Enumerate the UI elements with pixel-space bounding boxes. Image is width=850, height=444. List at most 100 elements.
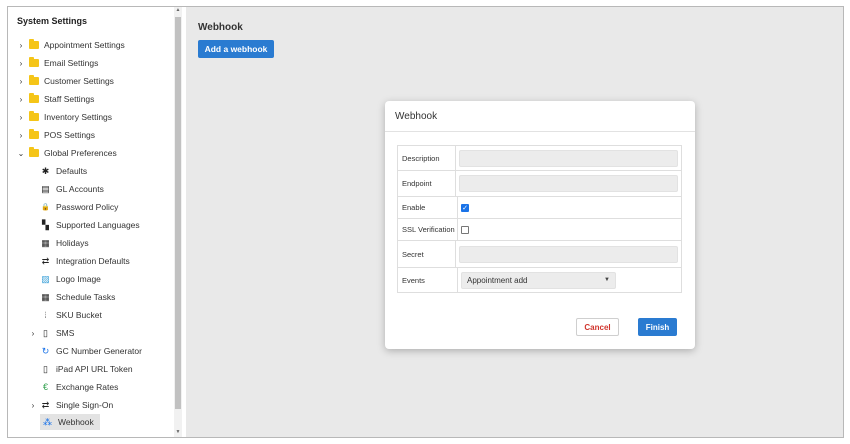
endpoint-input[interactable] [459,175,678,192]
tree-folder-global-preferences[interactable]: ⌄ Global Preferences [16,145,117,161]
secret-label: Secret [398,241,456,267]
folder-icon [29,39,39,49]
sms-icon: ▯ [43,327,48,338]
events-row: Events Appointment add ▼ [398,268,681,292]
sidebar-item-label: Defaults [56,166,88,176]
tree-folder-label: Staff Settings [44,94,95,104]
sidebar-item-sms[interactable]: › ▯ SMS [28,325,75,341]
sidebar-item-label: Holidays [56,238,89,248]
secret-row: Secret [398,241,681,268]
tree-folder-appointment-settings[interactable]: › Appointment Settings [16,37,125,53]
scroll-up-arrow-icon[interactable]: ▲ [174,7,182,15]
tree-folder-label: Email Settings [44,58,99,68]
webhook-form: Description Endpoint Enable ✓ SSL Verifi… [397,145,682,293]
sidebar-item-gl-accounts[interactable]: ▤ GL Accounts [40,181,104,197]
ssl-verification-label: SSL Verification [398,219,458,240]
events-selected-value: Appointment add [467,275,528,285]
sidebar-item-exchange-rates[interactable]: € Exchange Rates [40,379,118,395]
sidebar-scrollbar[interactable]: ▲ ▼ [174,7,182,437]
folder-icon [29,75,39,85]
secret-input[interactable] [459,245,678,263]
tree-folder-label: Inventory Settings [44,112,113,122]
scrollbar-thumb[interactable] [175,17,181,409]
sidebar-item-supported-languages[interactable]: ▚ Supported Languages [40,217,140,233]
folder-icon [29,111,39,121]
sync-icon: ⇄ [41,255,50,266]
sidebar-item-label: Supported Languages [56,220,140,230]
chevron-right-icon[interactable]: › [28,401,38,410]
events-label: Events [398,268,458,292]
sidebar-item-single-sign-on[interactable]: › ⇄ Single Sign-On [28,397,114,413]
tree-folder-label: Global Preferences [44,148,117,158]
sidebar-item-label: Exchange Rates [56,382,119,392]
sidebar-item-webhook[interactable]: ⁂ Webhook [40,414,100,430]
add-webhook-button[interactable]: Add a webhook [198,40,274,58]
ssl-verification-row: SSL Verification [398,219,681,241]
lock-icon: 🔒 [41,204,50,211]
sidebar-item-label: GL Accounts [56,184,104,194]
currency-icon: € [42,382,48,392]
sidebar-item-label: Integration Defaults [56,256,130,266]
modal-divider [385,131,695,132]
sidebar-item-label: Logo Image [56,274,101,284]
description-input[interactable] [459,149,678,167]
generator-icon: ↻ [41,345,50,356]
calendar-icon: ▦ [41,237,50,248]
enable-label: Enable [398,197,458,218]
sidebar-item-label: Schedule Tasks [56,292,116,302]
sidebar-item-password-policy[interactable]: 🔒 Password Policy [40,199,118,215]
sidebar-item-label: SMS [56,328,75,338]
tree-folder-staff-settings[interactable]: › Staff Settings [16,91,94,107]
sidebar-item-label: iPad API URL Token [56,364,133,374]
sidebar-item-label: GC Number Generator [56,346,142,356]
chevron-right-icon[interactable]: › [16,41,26,50]
image-icon: ▨ [41,273,50,284]
chevron-right-icon[interactable]: › [16,77,26,86]
sidebar-item-gc-number-generator[interactable]: ↻ GC Number Generator [40,343,142,359]
sidebar-item-defaults[interactable]: ✱ Defaults [40,163,87,179]
sidebar-item-logo-image[interactable]: ▨ Logo Image [40,271,101,287]
description-row: Description [398,146,681,171]
chevron-down-icon: ▼ [604,277,610,283]
tree-folder-pos-settings[interactable]: › POS Settings [16,127,95,143]
events-select[interactable]: Appointment add ▼ [461,271,616,289]
cancel-button[interactable]: Cancel [576,318,619,336]
app-window: System Settings › Appointment Settings ›… [7,6,844,438]
ssl-verification-checkbox[interactable] [461,225,469,234]
sidebar-item-label: SKU Bucket [56,310,102,320]
chevron-right-icon[interactable]: › [16,113,26,122]
chevron-right-icon[interactable]: › [16,95,26,104]
sidebar-item-holidays[interactable]: ▦ Holidays [40,235,89,251]
barcode-icon: ⦙ [44,309,47,320]
sidebar-item-integration-defaults[interactable]: ⇄ Integration Defaults [40,253,130,269]
finish-button[interactable]: Finish [638,318,677,336]
tree-folder-label: Appointment Settings [44,40,125,50]
chevron-right-icon[interactable]: › [16,59,26,68]
sidebar-item-label: Password Policy [56,202,119,212]
tree-folder-inventory-settings[interactable]: › Inventory Settings [16,109,112,125]
webhook-modal: Webhook Description Endpoint Enable ✓ SS… [385,101,695,349]
sidebar-item-schedule-tasks[interactable]: ▦ Schedule Tasks [40,289,115,305]
tree-folder-customer-settings[interactable]: › Customer Settings [16,73,114,89]
folder-icon [29,129,39,139]
sidebar-item-sku-bucket[interactable]: ⦙ SKU Bucket [40,307,102,323]
tree-folder-email-settings[interactable]: › Email Settings [16,55,98,71]
sidebar-item-label: Webhook [58,417,94,427]
endpoint-row: Endpoint [398,171,681,197]
gl-accounts-icon: ▤ [41,183,50,194]
tree-folder-label: Customer Settings [44,76,114,86]
chevron-down-icon[interactable]: ⌄ [16,149,26,158]
enable-checkbox[interactable]: ✓ [461,203,469,212]
chevron-right-icon[interactable]: › [28,329,38,338]
sidebar-title: System Settings [17,16,88,26]
main-content: Webhook Add a webhook Webhook Descriptio… [186,7,843,437]
folder-icon [29,147,39,157]
folder-icon [29,57,39,67]
sidebar-item-ipad-api-url-token[interactable]: ▯ iPad API URL Token [40,361,133,377]
tree-folder-label: POS Settings [44,130,96,140]
chevron-right-icon[interactable]: › [16,131,26,140]
gear-icon: ✱ [41,165,50,176]
description-label: Description [398,146,456,170]
scroll-down-arrow-icon[interactable]: ▼ [174,429,182,437]
schedule-icon: ▦ [41,291,50,302]
